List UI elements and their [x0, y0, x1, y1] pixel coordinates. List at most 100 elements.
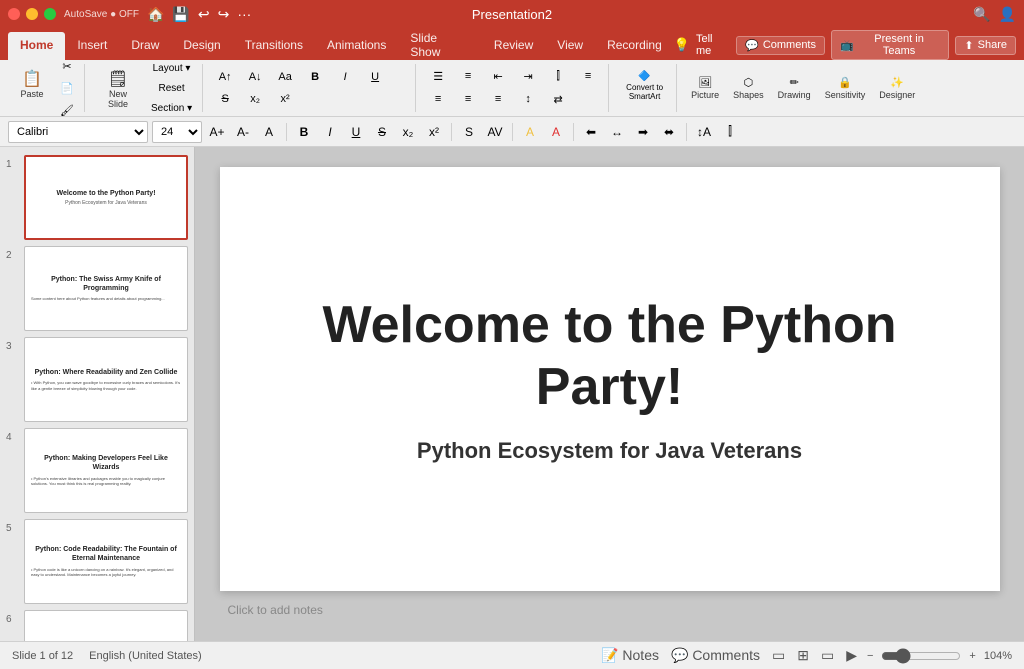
- reading-view-button[interactable]: ▭: [819, 645, 836, 666]
- tab-recording[interactable]: Recording: [595, 32, 674, 60]
- account-icon[interactable]: 👤: [999, 6, 1016, 23]
- close-button[interactable]: [8, 8, 20, 20]
- slide-thumb-2[interactable]: 2 Python: The Swiss Army Knife of Progra…: [6, 246, 188, 331]
- format-clear-button[interactable]: A: [258, 121, 280, 143]
- align-left-format-button[interactable]: ⬅: [580, 121, 602, 143]
- share-button[interactable]: ⬆ Share: [955, 36, 1016, 55]
- text-highlight-button[interactable]: A: [519, 121, 541, 143]
- text-direction-button[interactable]: ⇄: [544, 89, 572, 110]
- font-color-button[interactable]: A: [545, 121, 567, 143]
- slide-preview-3[interactable]: Python: Where Readability and Zen Collid…: [24, 337, 188, 422]
- format-italic-button[interactable]: I: [319, 121, 341, 143]
- slide-canvas[interactable]: Welcome to the Python Party! Python Ecos…: [220, 167, 1000, 591]
- picture-button[interactable]: 🖼 Picture: [685, 72, 725, 104]
- slide-thumb-1[interactable]: 1 Welcome to the Python Party! Python Ec…: [6, 155, 188, 240]
- tab-transitions[interactable]: Transitions: [233, 32, 315, 60]
- tab-design[interactable]: Design: [171, 32, 232, 60]
- justify-format-button[interactable]: ⬌: [658, 121, 680, 143]
- paste-button[interactable]: 📋 Paste: [12, 68, 52, 108]
- slide-preview-4[interactable]: Python: Making Developers Feel Like Wiza…: [24, 428, 188, 513]
- undo-icon[interactable]: ↩: [198, 6, 210, 23]
- slide-thumb-6[interactable]: 6 Python: Scaling Systems Like a Boss • …: [6, 610, 188, 641]
- format-underline-button[interactable]: U: [345, 121, 367, 143]
- slide-thumb-3[interactable]: 3 Python: Where Readability and Zen Coll…: [6, 337, 188, 422]
- zoom-slider[interactable]: [881, 648, 961, 664]
- normal-view-button[interactable]: ▭: [770, 645, 787, 666]
- sensitivity-button[interactable]: 🔒 Sensitivity: [819, 72, 872, 104]
- tab-view[interactable]: View: [545, 32, 595, 60]
- subscript-button[interactable]: x₂: [241, 89, 269, 109]
- notes-area[interactable]: Click to add notes: [220, 599, 1000, 621]
- align-left-button[interactable]: ≡: [574, 66, 602, 87]
- slide-preview-2[interactable]: Python: The Swiss Army Knife of Programm…: [24, 246, 188, 331]
- cut-button[interactable]: ✂: [54, 56, 80, 76]
- more-icon[interactable]: ···: [237, 6, 251, 22]
- increase-indent-button[interactable]: ⇥: [514, 66, 542, 87]
- tab-draw[interactable]: Draw: [119, 32, 171, 60]
- minimize-button[interactable]: [26, 8, 38, 20]
- comments-status-button[interactable]: 💬 Comments: [669, 645, 762, 666]
- line-spacing-button[interactable]: ↕: [514, 89, 542, 110]
- bold-button[interactable]: B: [301, 67, 329, 87]
- convert-smartart-button[interactable]: 🔷 Convert to SmartArt: [617, 67, 672, 109]
- superscript-button[interactable]: x²: [271, 89, 299, 109]
- tab-review[interactable]: Review: [482, 32, 545, 60]
- redo-icon[interactable]: ↪: [218, 6, 230, 23]
- decrease-font-button[interactable]: A↓: [241, 67, 269, 87]
- justify-button[interactable]: ≡: [484, 89, 512, 110]
- increase-font-button[interactable]: A↑: [211, 67, 239, 87]
- format-bold-button[interactable]: B: [293, 121, 315, 143]
- bullets-button[interactable]: ☰: [424, 66, 452, 87]
- italic-button[interactable]: I: [331, 67, 359, 87]
- slide-preview-1[interactable]: Welcome to the Python Party! Python Ecos…: [24, 155, 188, 240]
- tell-me-label[interactable]: Tell me: [696, 33, 730, 57]
- tab-animations[interactable]: Animations: [315, 32, 398, 60]
- home-icon[interactable]: 🏠: [147, 6, 164, 23]
- align-right-format-button[interactable]: ➡: [632, 121, 654, 143]
- grid-view-button[interactable]: ⊞: [795, 645, 811, 666]
- tab-slideshow[interactable]: Slide Show: [398, 32, 482, 60]
- comments-button[interactable]: 💬 Comments: [736, 36, 825, 55]
- format-strikethrough-button[interactable]: S: [371, 121, 393, 143]
- autosave-label[interactable]: AutoSave ● OFF: [64, 9, 139, 20]
- layout-button[interactable]: Layout ▾: [145, 59, 198, 77]
- slide-preview-5[interactable]: Python: Code Readability: The Fountain o…: [24, 519, 188, 604]
- search-icon[interactable]: 🔍: [973, 6, 990, 23]
- format-increase-font-button[interactable]: A+: [206, 121, 228, 143]
- copy-button[interactable]: 📄: [54, 78, 80, 98]
- section-button[interactable]: Section ▾: [145, 99, 198, 117]
- font-family-select[interactable]: Calibri Arial Times New Roman: [8, 121, 148, 143]
- columns-button[interactable]: ⫿: [544, 66, 572, 87]
- vertical-align-button[interactable]: ↕A: [693, 121, 715, 143]
- format-painter-button[interactable]: 🖌: [54, 100, 80, 120]
- columns-format-button[interactable]: ⫿: [719, 121, 741, 143]
- present-in-teams-button[interactable]: 📺 Present in Teams: [831, 30, 949, 60]
- decrease-indent-button[interactable]: ⇤: [484, 66, 512, 87]
- drawing-button[interactable]: ✏ Drawing: [772, 72, 817, 104]
- zoom-plus-icon: +: [969, 650, 975, 662]
- reset-button[interactable]: Reset: [145, 79, 198, 97]
- maximize-button[interactable]: [44, 8, 56, 20]
- strikethrough-button[interactable]: S: [211, 89, 239, 109]
- align-center-button[interactable]: ≡: [424, 89, 452, 110]
- align-center-format-button[interactable]: ↔: [606, 121, 628, 143]
- designer-button[interactable]: ✨ Designer: [873, 72, 921, 104]
- change-case-button[interactable]: Aa: [271, 67, 299, 87]
- slide-thumb-5[interactable]: 5 Python: Code Readability: The Fountain…: [6, 519, 188, 604]
- align-right-button[interactable]: ≡: [454, 89, 482, 110]
- format-superscript-button[interactable]: x²: [423, 121, 445, 143]
- format-decrease-font-button[interactable]: A-: [232, 121, 254, 143]
- new-slide-button[interactable]: 🗒 New Slide: [93, 68, 143, 108]
- font-size-select[interactable]: 24 12 18 36: [152, 121, 202, 143]
- slideshow-view-button[interactable]: ▶: [844, 645, 859, 666]
- underline-button[interactable]: U: [361, 67, 389, 87]
- numbering-button[interactable]: ≡: [454, 66, 482, 87]
- shapes-button[interactable]: ⬡ Shapes: [727, 72, 770, 104]
- notes-button[interactable]: 📝 Notes: [599, 645, 661, 666]
- slide-thumb-4[interactable]: 4 Python: Making Developers Feel Like Wi…: [6, 428, 188, 513]
- format-subscript-button[interactable]: x₂: [397, 121, 419, 143]
- char-spacing-button[interactable]: AV: [484, 121, 506, 143]
- save-icon[interactable]: 💾: [172, 6, 189, 23]
- slide-preview-6[interactable]: Python: Scaling Systems Like a Boss • Py…: [24, 610, 188, 641]
- text-shadow-button[interactable]: S: [458, 121, 480, 143]
